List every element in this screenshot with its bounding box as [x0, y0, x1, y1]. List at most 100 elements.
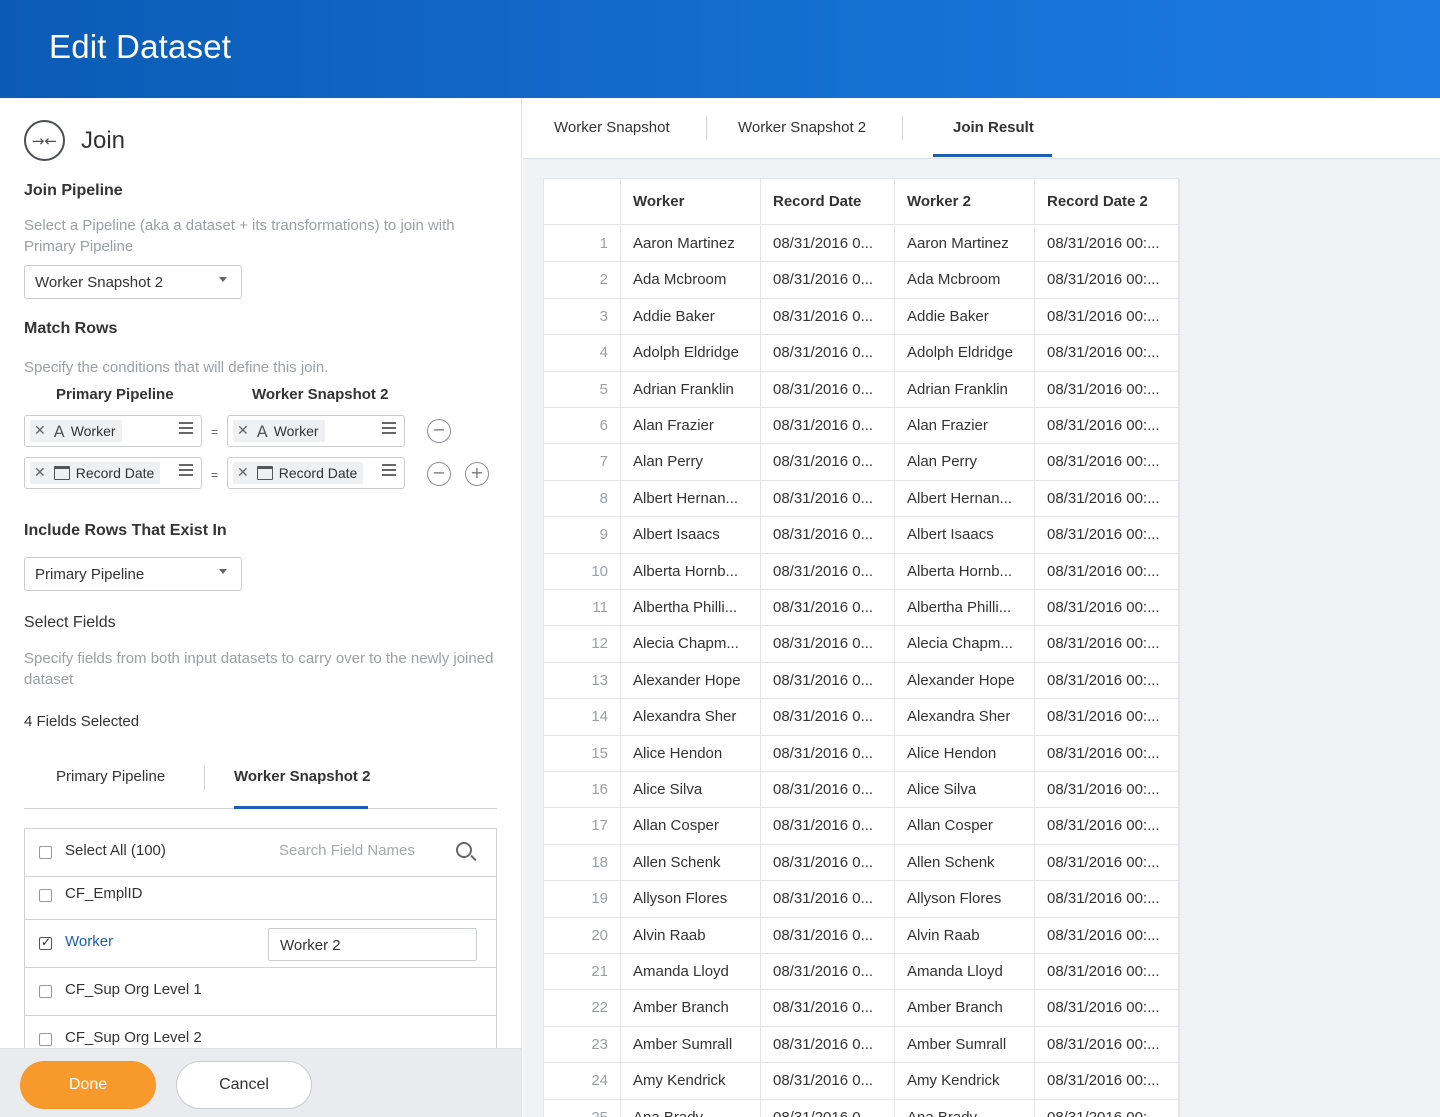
- table-cell: 08/31/2016 0...: [760, 480, 894, 517]
- table-cell: 08/31/2016 00:...: [1034, 1026, 1180, 1063]
- table-cell: 08/31/2016 0...: [760, 808, 894, 845]
- table-row[interactable]: 19 Allyson Flores 08/31/2016 0... Allyson F…: [544, 881, 1180, 918]
- tab-primary-pipeline[interactable]: Primary Pipeline: [56, 768, 165, 785]
- table-row[interactable]: 7 Alan Perry 08/31/2016 0... Alan Perry 08/3…: [544, 444, 1180, 481]
- table-cell: 08/31/2016 00:...: [1034, 735, 1180, 772]
- table-row[interactable]: 24 Amy Kendrick 08/31/2016 0... Amy Kendric…: [544, 1063, 1180, 1100]
- table-row[interactable]: 22 Amber Branch 08/31/2016 0... Amber Branc…: [544, 990, 1180, 1027]
- table-cell: Ada Mcbroom: [894, 262, 1034, 299]
- select-all-label[interactable]: Select All (100): [65, 842, 166, 859]
- table-cell: Adolph Eldridge: [894, 335, 1034, 372]
- table-row[interactable]: 23 Amber Sumrall 08/31/2016 0... Amber Sumr…: [544, 1026, 1180, 1064]
- table-cell: 08/31/2016 00:...: [1034, 408, 1180, 444]
- table-row[interactable]: 21 Amanda Lloyd 08/31/2016 0... Amanda Lloy…: [544, 954, 1180, 991]
- table-row[interactable]: 9 Albert Isaacs 08/31/2016 0... Albert Isaa…: [544, 517, 1180, 554]
- field-alias-input[interactable]: Worker 2: [268, 928, 477, 961]
- column-header[interactable]: Record Date: [760, 179, 894, 225]
- table-cell: Alexander Hope: [894, 662, 1034, 699]
- remove-icon[interactable]: ✕: [34, 465, 46, 481]
- table-row[interactable]: 14 Alexandra Sher 08/31/2016 0... Alexandra…: [544, 699, 1180, 736]
- field-checkbox[interactable]: [39, 985, 52, 998]
- field-search-input[interactable]: Search Field Names: [279, 842, 415, 859]
- condition-2-right-field[interactable]: ✕ Record Date: [227, 457, 405, 489]
- table-cell: Allen Schenk: [894, 844, 1034, 881]
- add-condition-button[interactable]: +: [465, 462, 489, 486]
- field-label[interactable]: CF_Sup Org Level 1: [65, 981, 202, 998]
- table-cell: 08/31/2016 0...: [760, 1099, 894, 1117]
- row-number: 21: [591, 963, 608, 980]
- table-row[interactable]: 17 Allan Cosper 08/31/2016 0... Allan Cospe…: [544, 808, 1180, 845]
- table-row[interactable]: 13 Alexander Hope 08/31/2016 0... Alexander…: [544, 662, 1180, 700]
- table-cell: 08/31/2016 0...: [760, 1026, 894, 1063]
- done-button[interactable]: Done: [20, 1061, 156, 1109]
- tab-join-result[interactable]: Join Result: [953, 119, 1034, 136]
- table-cell: Alberta Hornb...: [894, 553, 1034, 590]
- table-row[interactable]: 11 Albertha Philli... 08/31/2016 0... Alber…: [544, 590, 1180, 627]
- table-row[interactable]: 12 Alecia Chapm... 08/31/2016 0... Alecia C…: [544, 626, 1180, 663]
- calendar-icon: [53, 466, 70, 480]
- table-cell: Amber Branch: [620, 990, 760, 1027]
- table-cell: Ada Mcbroom: [620, 262, 760, 299]
- tab-worker-snapshot[interactable]: Worker Snapshot: [554, 119, 670, 136]
- field-checkbox[interactable]: [39, 889, 52, 902]
- column-header[interactable]: Worker 2: [894, 179, 1034, 225]
- table-cell: Allan Cosper: [894, 808, 1034, 845]
- condition-2-left-field[interactable]: ✕ Record Date: [24, 457, 202, 489]
- remove-icon[interactable]: ✕: [237, 423, 249, 439]
- select-all-checkbox[interactable]: [39, 846, 52, 859]
- search-icon[interactable]: [456, 842, 472, 858]
- equals-sign: =: [211, 425, 219, 439]
- table-cell: 08/31/2016 00:...: [1034, 371, 1180, 408]
- list-icon[interactable]: [382, 464, 396, 476]
- column-header[interactable]: Worker: [620, 179, 760, 225]
- table-row[interactable]: 15 Alice Hendon 08/31/2016 0... Alice Hendo…: [544, 735, 1180, 772]
- cancel-button[interactable]: Cancel: [176, 1061, 312, 1109]
- table-cell: Adrian Franklin: [620, 371, 760, 408]
- table-cell: Amanda Lloyd: [620, 954, 760, 990]
- field-checkbox[interactable]: [39, 1033, 52, 1046]
- condition-1-right-field[interactable]: ✕ A Worker: [227, 415, 405, 447]
- column-header[interactable]: Record Date 2: [1034, 179, 1180, 225]
- table-cell: 08/31/2016 00:...: [1034, 262, 1180, 299]
- table-row[interactable]: 16 Alice Silva 08/31/2016 0... Alice Silva 0…: [544, 772, 1180, 809]
- table-cell: 08/31/2016 0...: [760, 917, 894, 954]
- table-row[interactable]: 1 Aaron Martinez 08/31/2016 0... Aaron Mart…: [544, 226, 1180, 263]
- tab-worker-snapshot-2[interactable]: Worker Snapshot 2: [738, 119, 866, 136]
- list-icon[interactable]: [179, 422, 193, 434]
- table-row[interactable]: 6 Alan Frazier 08/31/2016 0... Alan Frazier…: [544, 408, 1180, 445]
- field-label[interactable]: Worker: [65, 933, 113, 950]
- table-row[interactable]: 18 Allen Schenk 08/31/2016 0... Allen Schen…: [544, 844, 1180, 882]
- include-rows-select[interactable]: Primary Pipeline: [24, 557, 242, 591]
- table-row[interactable]: 4 Adolph Eldridge 08/31/2016 0... Adolph El…: [544, 335, 1180, 372]
- table-row[interactable]: 25Ana Brady08/31/2016 0...Ana Brady08/31…: [544, 1099, 1180, 1117]
- text-type-icon: A: [256, 421, 268, 441]
- field-label[interactable]: CF_EmplID: [65, 885, 143, 902]
- table-row[interactable]: 5 Adrian Franklin 08/31/2016 0... Adrian Fr…: [544, 371, 1180, 408]
- table-cell: Alecia Chapm...: [620, 626, 760, 663]
- remove-condition-button[interactable]: −: [427, 462, 451, 486]
- join-pipeline-select[interactable]: Worker Snapshot 2: [24, 265, 242, 299]
- table-cell: Albert Isaacs: [620, 517, 760, 554]
- field-label[interactable]: CF_Sup Org Level 2: [65, 1029, 202, 1046]
- table-row[interactable]: 3 Addie Baker 08/31/2016 0... Addie Baker 08…: [544, 298, 1180, 336]
- table-row[interactable]: 2 Ada Mcbroom 08/31/2016 0... Ada Mcbroom 08…: [544, 262, 1180, 299]
- table-row[interactable]: 8 Albert Hernan... 08/31/2016 0... Albert H…: [544, 480, 1180, 518]
- remove-icon[interactable]: ✕: [237, 465, 249, 481]
- table-row[interactable]: 10 Alberta Hornb... 08/31/2016 0... Alberta…: [544, 553, 1180, 590]
- field-checkbox[interactable]: [39, 935, 52, 950]
- list-icon[interactable]: [382, 422, 396, 434]
- row-number: 22: [591, 999, 608, 1017]
- table-cell: 08/31/2016 0...: [760, 590, 894, 626]
- table-cell: 08/31/2016 00:...: [1034, 480, 1180, 517]
- tab-worker-snapshot-2[interactable]: Worker Snapshot 2: [234, 768, 370, 785]
- condition-1-left-field[interactable]: ✕ A Worker: [24, 415, 202, 447]
- list-icon[interactable]: [179, 464, 193, 476]
- remove-icon[interactable]: ✕: [34, 423, 46, 439]
- join-config-panel: →← Join Join Pipeline Select a Pipeline …: [0, 98, 522, 1117]
- table-cell: 08/31/2016 00:...: [1034, 808, 1180, 845]
- table-cell: 08/31/2016 0...: [760, 408, 894, 444]
- table-cell: 08/31/2016 00:...: [1034, 517, 1180, 554]
- list-item: CF_EmplID: [25, 872, 496, 920]
- table-row[interactable]: 20 Alvin Raab 08/31/2016 0... Alvin Raab 08/…: [544, 917, 1180, 954]
- remove-condition-button[interactable]: −: [427, 419, 451, 443]
